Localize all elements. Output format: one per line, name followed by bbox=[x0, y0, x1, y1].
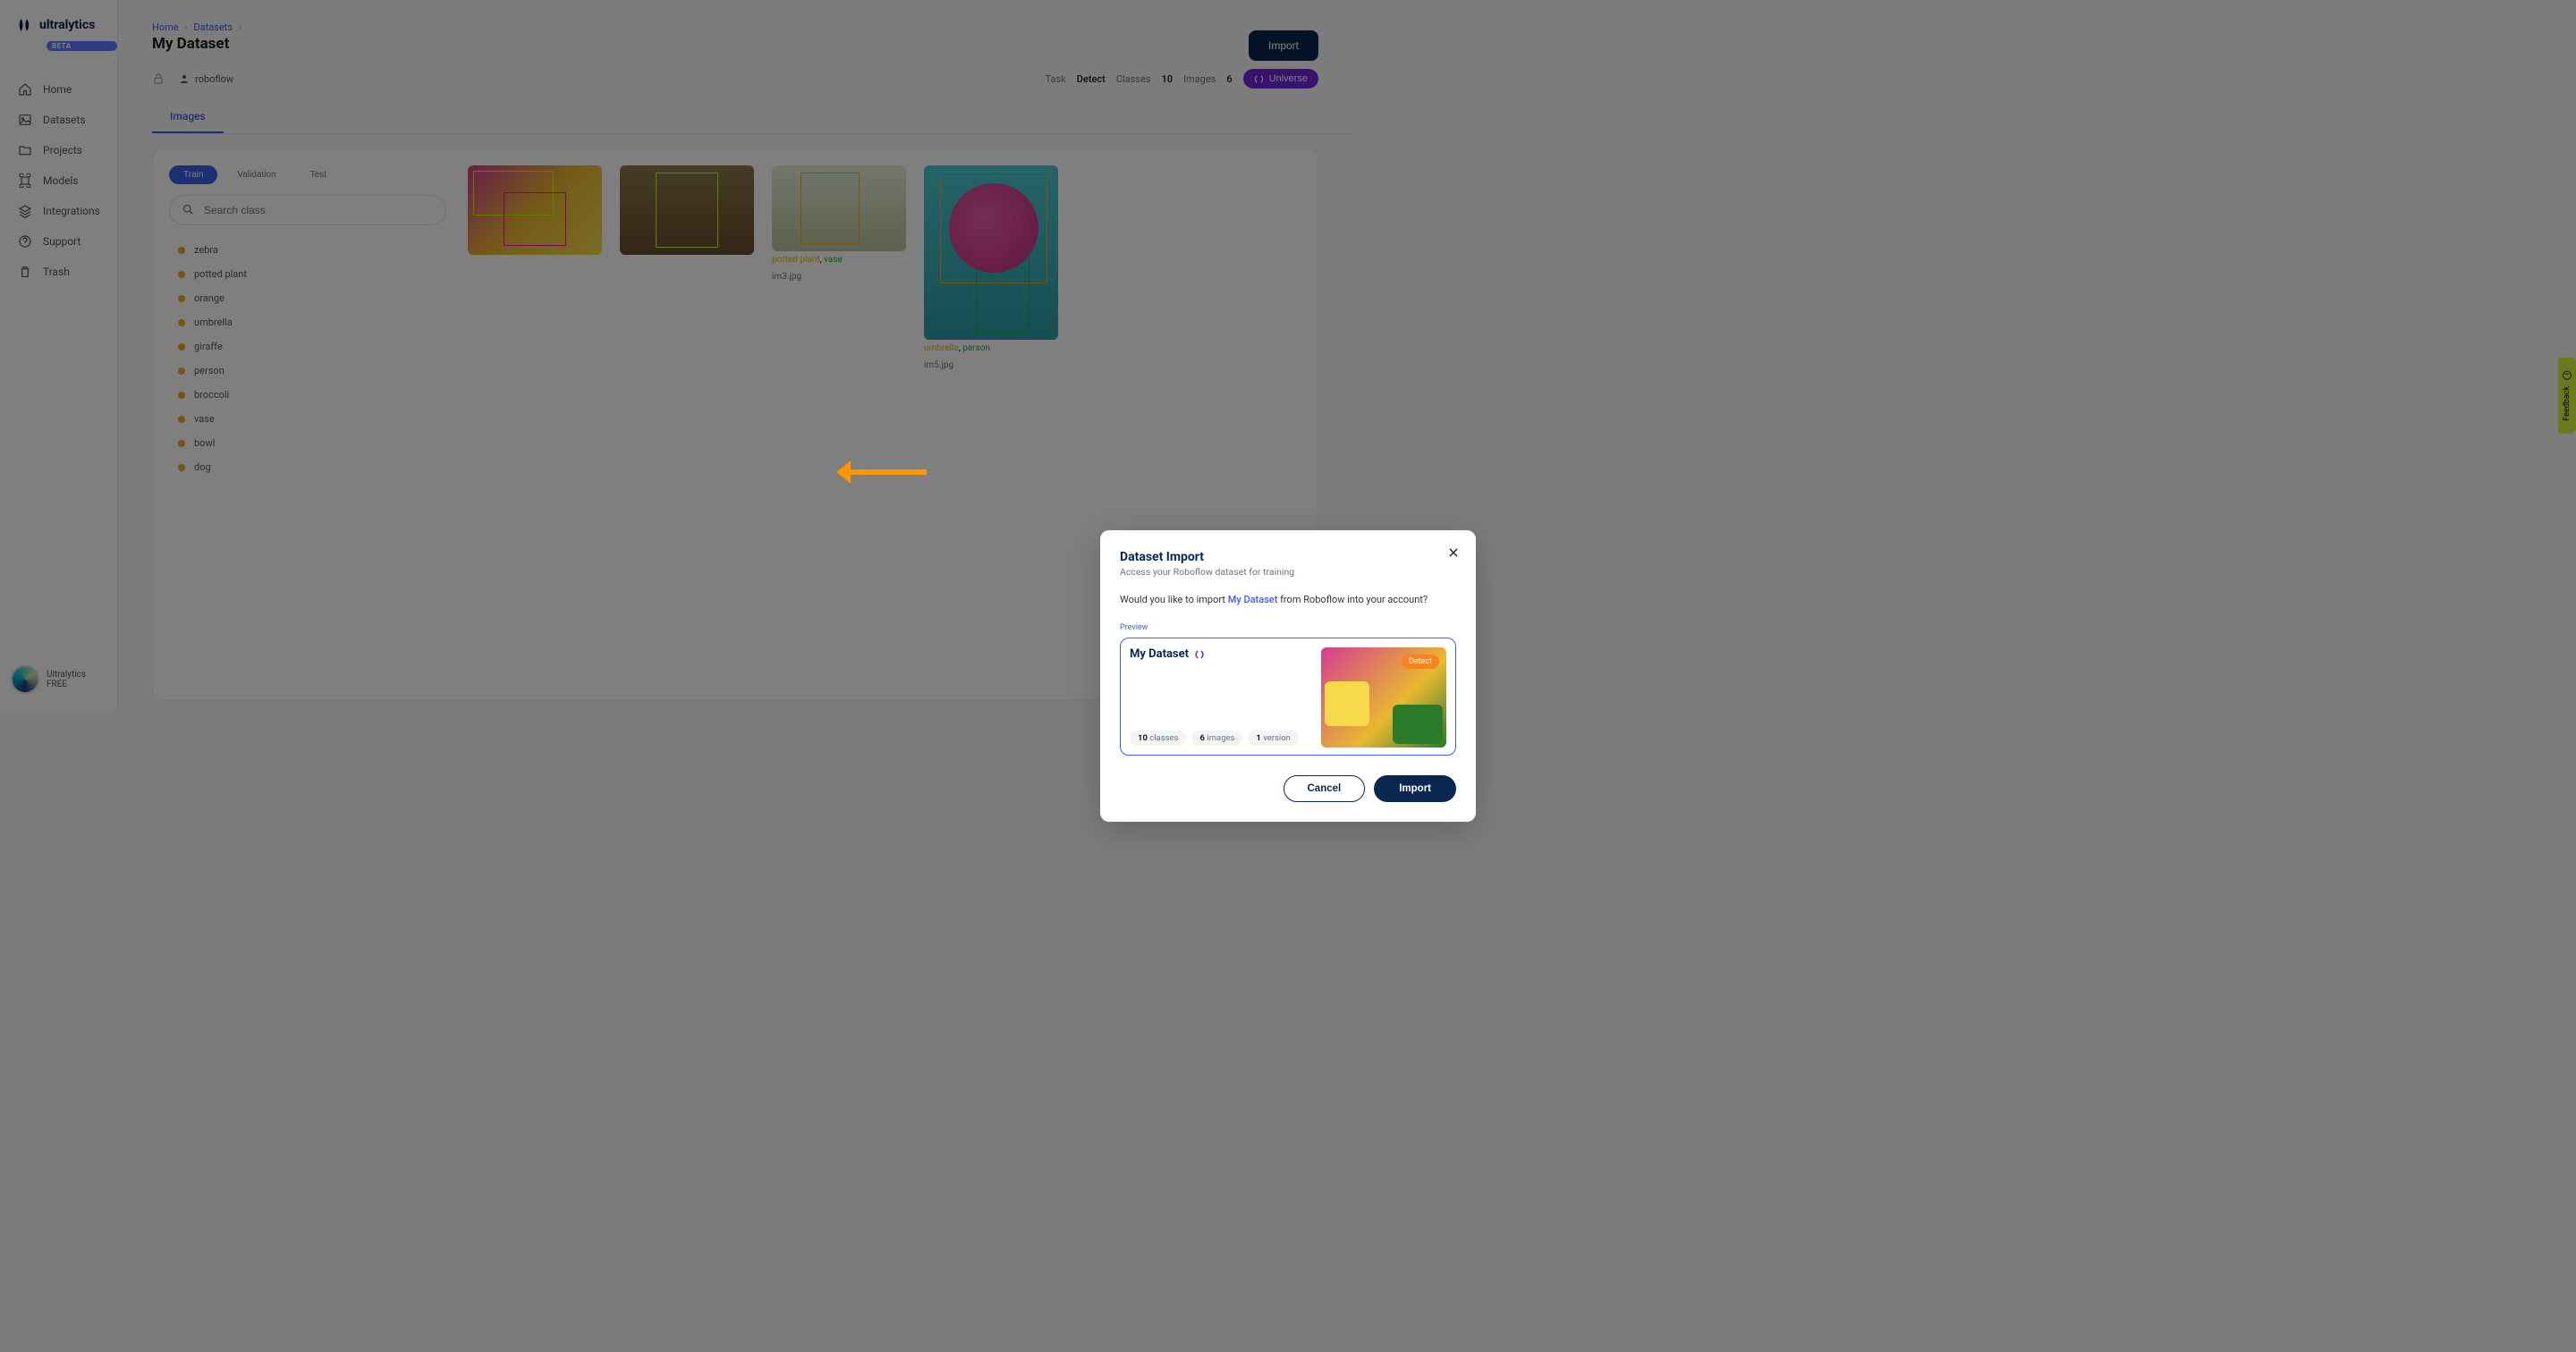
preview-name: My Dataset bbox=[1130, 647, 1310, 661]
preview-thumbnail: Detect bbox=[1321, 647, 1446, 748]
modal-overlay: Dataset Import Access your Roboflow data… bbox=[0, 0, 2576, 1352]
modal-subtitle: Access your Roboflow dataset for trainin… bbox=[1120, 566, 1456, 578]
close-icon bbox=[1447, 546, 1460, 559]
cancel-button[interactable]: Cancel bbox=[1284, 775, 1366, 802]
modal-title: Dataset Import bbox=[1120, 550, 1456, 564]
modal-question: Would you like to import My Dataset from… bbox=[1120, 594, 1456, 605]
annotation-arrow bbox=[844, 466, 934, 475]
dataset-import-modal: Dataset Import Access your Roboflow data… bbox=[1100, 530, 1476, 822]
preview-dataset-name: My Dataset bbox=[1130, 647, 1189, 661]
confirm-import-button[interactable]: Import bbox=[1374, 775, 1456, 802]
modal-actions: Cancel Import bbox=[1120, 775, 1456, 802]
roboflow-icon bbox=[1194, 649, 1205, 660]
chip-images: 6 images bbox=[1191, 731, 1242, 746]
preview-chips: 10 classes 6 images 1 version bbox=[1130, 731, 1310, 746]
preview-card[interactable]: My Dataset 10 classes 6 images 1 version… bbox=[1120, 638, 1456, 756]
question-dataset-name: My Dataset bbox=[1228, 594, 1278, 605]
question-post: from Roboflow into your account? bbox=[1277, 594, 1428, 605]
question-pre: Would you like to import bbox=[1120, 594, 1228, 605]
chip-classes: 10 classes bbox=[1130, 731, 1186, 746]
chip-version: 1 version bbox=[1248, 731, 1299, 746]
detect-badge: Detect bbox=[1402, 655, 1439, 669]
close-button[interactable] bbox=[1447, 546, 1460, 563]
preview-label: Preview bbox=[1120, 623, 1456, 632]
